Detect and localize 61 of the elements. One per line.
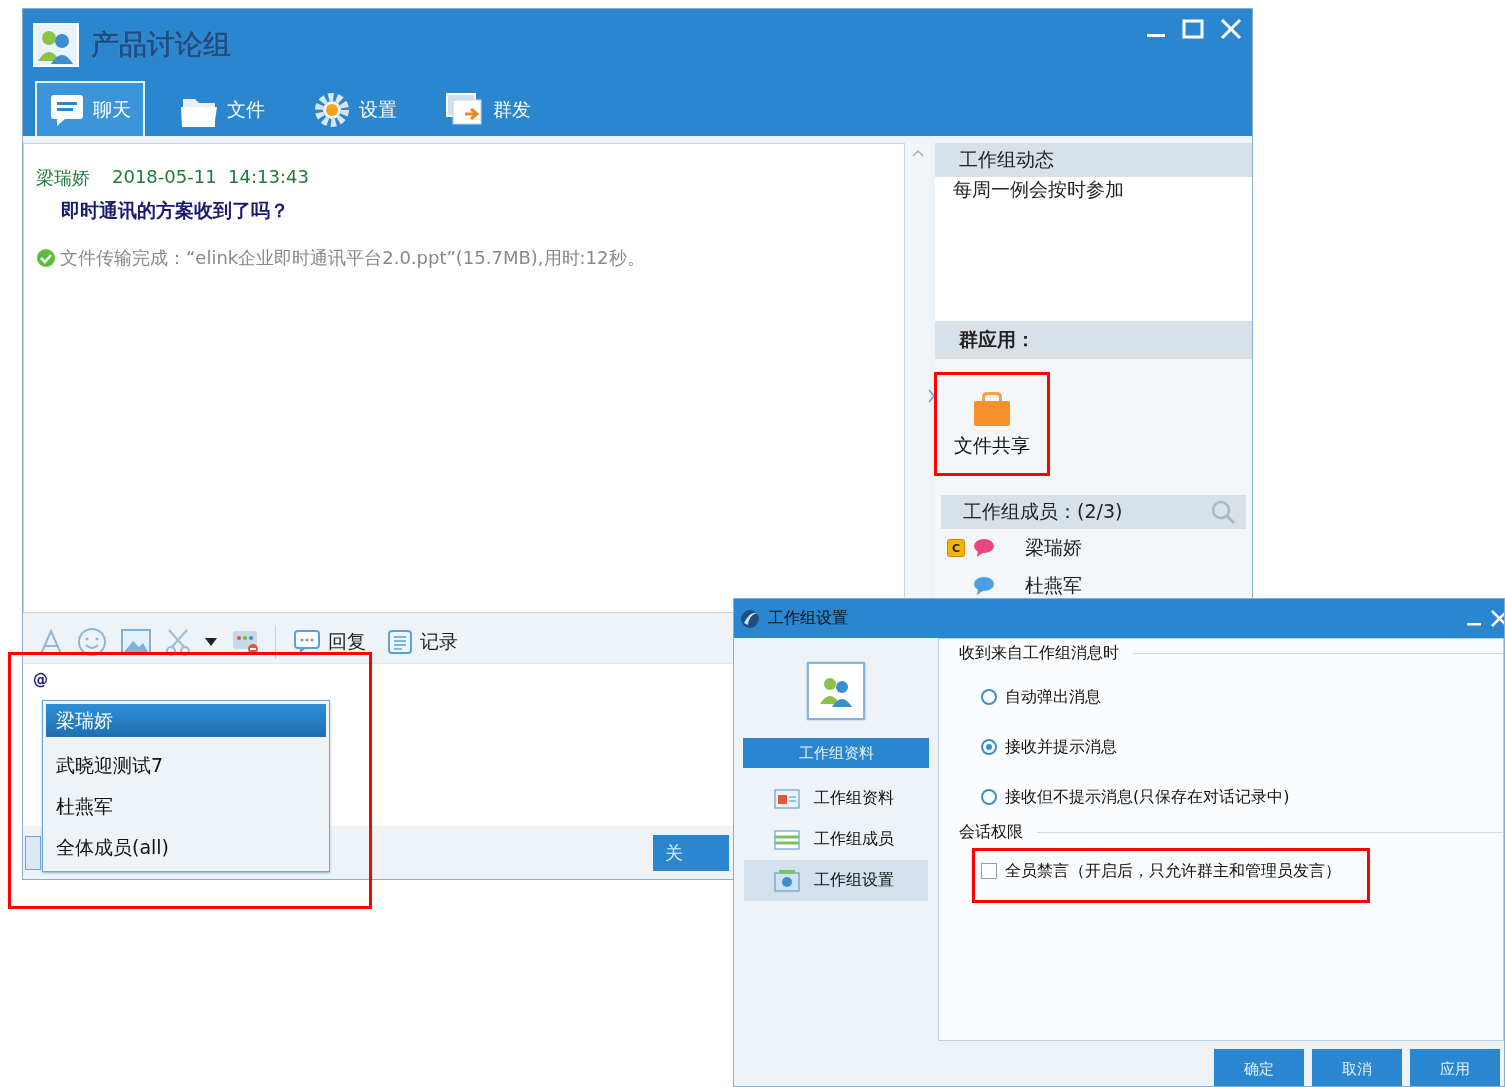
search-icon [1210,499,1236,525]
section-title: 工作组成员：(2/3) [963,499,1123,524]
app-logo-icon [740,608,760,629]
stacked-windows-icon [445,91,485,128]
smiley-icon [77,627,107,657]
mention-option[interactable]: 梁瑞娇 [46,704,326,737]
checkbox[interactable] [981,863,997,880]
image-icon [121,629,151,655]
radio-icon[interactable] [981,689,997,706]
checkbox-label[interactable]: 全员禁言（开启后，只允许群主和管理员发言） [1005,861,1341,883]
message-text: 即时通讯的方案收到了吗？ [60,198,290,223]
font-icon [39,629,63,655]
section-title: 工作组动态 [935,143,1252,177]
close-icon[interactable] [1220,19,1242,39]
check-circle-icon [36,248,56,268]
message-time: 2018-05-11 14:13:43 [112,166,309,189]
section-title: 会话权限 [959,822,1023,844]
dialog-button[interactable]: 取消 [1312,1049,1402,1086]
nav-item[interactable]: 工作组资料 [744,778,928,820]
window-title: 产品讨论组 [91,27,232,63]
settings-panel-icon [774,868,800,893]
member-name[interactable]: 杜燕军 [1025,573,1082,599]
nav-item[interactable]: 工作组成员 [744,819,928,861]
group-news-text: 每周一例会按时参加 [935,177,1252,321]
scissors-icon [165,628,191,656]
gear-icon [313,90,351,129]
member-name[interactable]: 梁瑞娇 [1025,535,1082,561]
comment-icon [294,630,320,654]
mention-option[interactable]: 武晓迎测试7 [46,745,326,786]
sender-name: 梁瑞娇 [36,166,90,190]
nav-item[interactable]: 工作组设置 [744,860,928,902]
tab[interactable]: 文件 [165,81,279,136]
file-share-app[interactable]: 文件共享 [937,375,1047,473]
tab[interactable]: 设置 [299,81,411,136]
caret-icon [205,638,217,646]
tab[interactable]: 群发 [431,81,545,136]
dialog-title: 工作组设置 [768,608,849,630]
mention-option[interactable]: 全体成员(all) [46,827,326,868]
toolbar-button[interactable]: 记录 [384,629,462,655]
id-card-icon [774,787,800,810]
mention-option[interactable]: 杜燕军 [46,786,326,827]
group-avatar-icon [33,23,79,67]
document-lines-icon [388,630,412,654]
nav-header-button[interactable]: 工作组资料 [743,738,929,769]
section-title: 群应用： [935,321,1252,359]
radio-option[interactable]: 接收但不提示消息(只保存在对话记录中) [981,772,1503,823]
radio-icon[interactable] [981,739,997,756]
section-title: 收到来自工作组消息时 [959,643,1119,665]
role-badge: C [947,539,965,557]
screenshot-icon [231,629,261,655]
radio-icon[interactable] [981,789,997,806]
toolbar-button[interactable]: 回复 [290,629,370,655]
scroll-up-icon[interactable] [911,149,924,157]
close-icon[interactable] [1490,609,1504,628]
transfer-notice: 文件传输完成：“elink企业即时通讯平台2.0.ppt”(15.7MB),用时:12秒。 [60,246,645,270]
send-options-button[interactable] [25,835,41,870]
list-icon [774,828,800,851]
speech-bubble-icon [49,92,85,127]
radio-option[interactable]: 接收并提示消息 [981,722,1503,773]
maximize-icon[interactable] [1182,19,1204,39]
radio-option[interactable]: 自动弹出消息 [981,672,1503,723]
